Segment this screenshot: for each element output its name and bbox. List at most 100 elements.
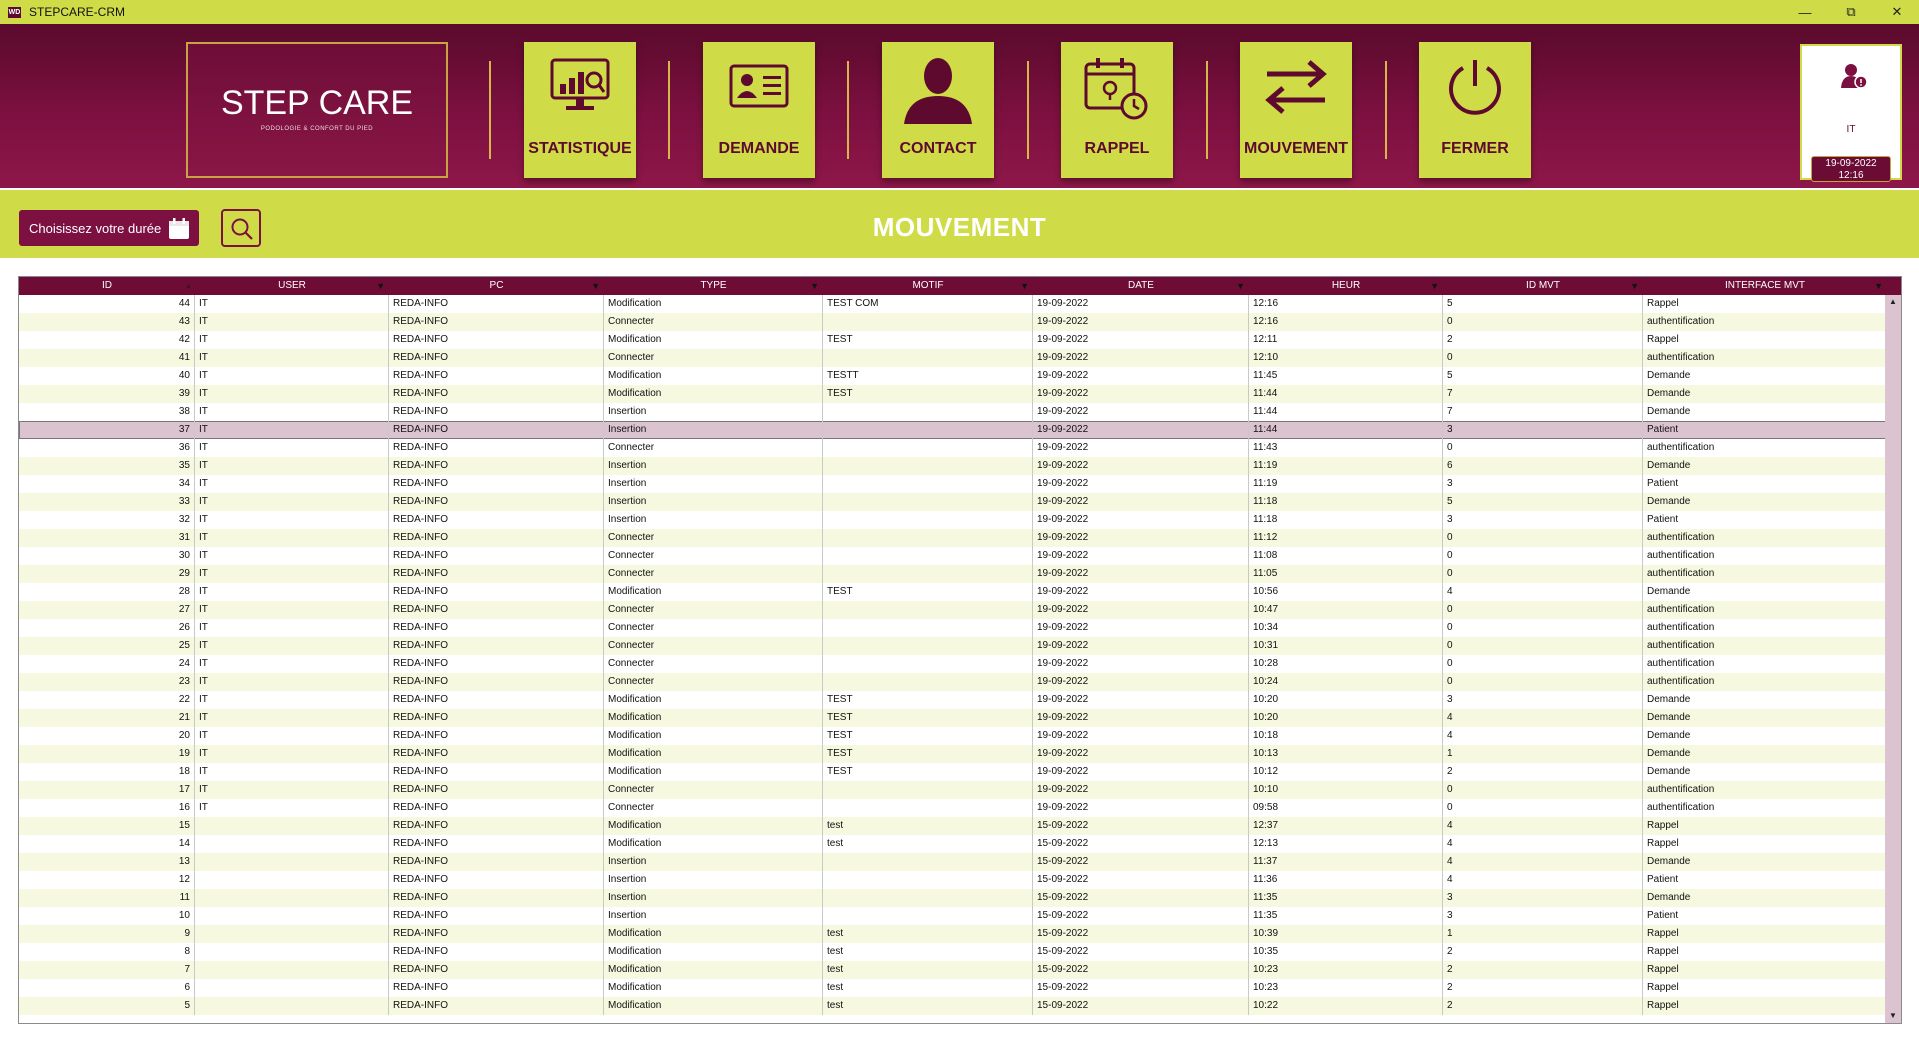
header-col-interface-mvt[interactable]: INTERFACE MVT ▼ — [1643, 277, 1887, 295]
column-filter-icon[interactable]: ▼ — [1630, 277, 1639, 295]
table-row[interactable]: 15 REDA-INFO Modification test 15-09-2022 12:… — [19, 817, 1887, 835]
table-row[interactable]: 27 IT REDA-INFO Connecter 19-09-2022 10:47 0 au… — [19, 601, 1887, 619]
table-row[interactable]: 37 IT REDA-INFO Insertion 19-09-2022 11:44 3 Pa… — [19, 421, 1887, 439]
cell-id-mvt: 3 — [1443, 475, 1643, 493]
header-col-id-mvt[interactable]: ID MVT ▼ — [1443, 277, 1643, 295]
nav-fermer-button[interactable]: FERMER — [1419, 42, 1531, 178]
table-row[interactable]: 20 IT REDA-INFO Modification TEST 19-09-2022 1… — [19, 727, 1887, 745]
movements-table[interactable]: ID ⌕ USER ▼ PC ▼ TYPE ▼ MOTIF ▼ DATE ▼ HEUR ▼ ID MVT ▼ I… — [18, 276, 1902, 1024]
table-row[interactable]: 32 IT REDA-INFO Insertion 19-09-2022 11:18 3 Pa… — [19, 511, 1887, 529]
table-row[interactable]: 6 REDA-INFO Modification test 15-09-2022 10:2… — [19, 979, 1887, 997]
table-row[interactable]: 43 IT REDA-INFO Connecter 19-09-2022 12:16 0 au… — [19, 313, 1887, 331]
cell-type: Connecter — [604, 439, 823, 457]
cell-date: 19-09-2022 — [1033, 583, 1249, 601]
header-col-motif[interactable]: MOTIF ▼ — [823, 277, 1033, 295]
nav-mouvement-button[interactable]: MOUVEMENT — [1240, 42, 1352, 178]
cell-id: 9 — [19, 925, 195, 943]
header-col-pc[interactable]: PC ▼ — [389, 277, 604, 295]
table-row[interactable]: 23 IT REDA-INFO Connecter 19-09-2022 10:24 0 au… — [19, 673, 1887, 691]
table-row[interactable]: 25 IT REDA-INFO Connecter 19-09-2022 10:31 0 au… — [19, 637, 1887, 655]
column-filter-icon[interactable]: ▼ — [810, 277, 819, 295]
cell-motif: test — [823, 817, 1033, 835]
header-col-user[interactable]: USER ▼ — [195, 277, 389, 295]
table-row[interactable]: 8 REDA-INFO Modification test 15-09-2022 10:3… — [19, 943, 1887, 961]
table-row[interactable]: 36 IT REDA-INFO Connecter 19-09-2022 11:43 0 au… — [19, 439, 1887, 457]
column-filter-icon[interactable]: ▼ — [376, 277, 385, 295]
cell-type: Connecter — [604, 619, 823, 637]
cell-date: 19-09-2022 — [1033, 619, 1249, 637]
table-row[interactable]: 18 IT REDA-INFO Modification TEST 19-09-2022 1… — [19, 763, 1887, 781]
column-search-icon[interactable]: ⌕ — [186, 277, 191, 295]
column-filter-icon[interactable]: ▼ — [1874, 277, 1883, 295]
table-row[interactable]: 33 IT REDA-INFO Insertion 19-09-2022 11:18 5 De… — [19, 493, 1887, 511]
table-row[interactable]: 14 REDA-INFO Modification test 15-09-2022 12:… — [19, 835, 1887, 853]
table-row[interactable]: 17 IT REDA-INFO Connecter 19-09-2022 10:10 0 au… — [19, 781, 1887, 799]
header-col-date[interactable]: DATE ▼ — [1033, 277, 1249, 295]
table-row[interactable]: 42 IT REDA-INFO Modification TEST 19-09-2022 1… — [19, 331, 1887, 349]
table-row[interactable]: 41 IT REDA-INFO Connecter 19-09-2022 12:10 0 au… — [19, 349, 1887, 367]
table-row[interactable]: 21 IT REDA-INFO Modification TEST 19-09-2022 1… — [19, 709, 1887, 727]
table-row[interactable]: 29 IT REDA-INFO Connecter 19-09-2022 11:05 0 au… — [19, 565, 1887, 583]
table-row[interactable]: 31 IT REDA-INFO Connecter 19-09-2022 11:12 0 au… — [19, 529, 1887, 547]
cell-user — [195, 979, 389, 997]
column-filter-icon[interactable]: ▼ — [1236, 277, 1245, 295]
header-col-type[interactable]: TYPE ▼ — [604, 277, 823, 295]
nav-demande-button[interactable]: DEMANDE — [703, 42, 815, 178]
cell-id-mvt: 3 — [1443, 889, 1643, 907]
nav-statistique-button[interactable]: STATISTIQUE — [524, 42, 636, 178]
cell-user: IT — [195, 331, 389, 349]
header-separator — [489, 61, 491, 159]
stepcare-logo: STEP CARE PODOLOGIE & CONFORT DU PIED — [186, 42, 448, 178]
cell-date: 19-09-2022 — [1033, 691, 1249, 709]
table-row[interactable]: 38 IT REDA-INFO Insertion 19-09-2022 11:44 7 De… — [19, 403, 1887, 421]
table-row[interactable]: 28 IT REDA-INFO Modification TEST 19-09-2022 1… — [19, 583, 1887, 601]
table-row[interactable]: 39 IT REDA-INFO Modification TEST 19-09-2022 1… — [19, 385, 1887, 403]
header-col-id[interactable]: ID ⌕ — [19, 277, 195, 295]
scroll-up-icon[interactable]: ▲ — [1885, 295, 1901, 309]
cell-id-mvt: 0 — [1443, 565, 1643, 583]
scroll-down-icon[interactable]: ▼ — [1885, 1009, 1901, 1023]
table-row[interactable]: 5 REDA-INFO Modification test 15-09-2022 10:2… — [19, 997, 1887, 1015]
cell-date: 15-09-2022 — [1033, 979, 1249, 997]
user-card[interactable]: IT 19-09-2022 12:16 — [1800, 44, 1902, 182]
table-row[interactable]: 30 IT REDA-INFO Connecter 19-09-2022 11:08 0 au… — [19, 547, 1887, 565]
cell-interface-mvt: authentification — [1643, 619, 1887, 637]
column-filter-icon[interactable]: ▼ — [1430, 277, 1439, 295]
cell-user: IT — [195, 295, 389, 313]
table-row[interactable]: 44 IT REDA-INFO Modification TEST COM 19-09-2… — [19, 295, 1887, 313]
vertical-scrollbar[interactable]: ▲ ▼ — [1885, 295, 1901, 1023]
table-row[interactable]: 7 REDA-INFO Modification test 15-09-2022 10:2… — [19, 961, 1887, 979]
table-row[interactable]: 40 IT REDA-INFO Modification TESTT 19-09-2022… — [19, 367, 1887, 385]
table-row[interactable]: 26 IT REDA-INFO Connecter 19-09-2022 10:34 0 au… — [19, 619, 1887, 637]
cell-id: 6 — [19, 979, 195, 997]
table-row[interactable]: 16 IT REDA-INFO Connecter 19-09-2022 09:58 0 au… — [19, 799, 1887, 817]
cell-user: IT — [195, 475, 389, 493]
column-filter-icon[interactable]: ▼ — [1020, 277, 1029, 295]
nav-rappel-button[interactable]: RAPPEL — [1061, 42, 1173, 178]
cell-heur: 09:58 — [1249, 799, 1443, 817]
header-col-heur[interactable]: HEUR ▼ — [1249, 277, 1443, 295]
table-row[interactable]: 22 IT REDA-INFO Modification TEST 19-09-2022 1… — [19, 691, 1887, 709]
table-row[interactable]: 9 REDA-INFO Modification test 15-09-2022 10:3… — [19, 925, 1887, 943]
table-row[interactable]: 13 REDA-INFO Insertion 15-09-2022 11:37 4 Dema… — [19, 853, 1887, 871]
cell-pc: REDA-INFO — [389, 295, 604, 313]
restore-icon[interactable]: ⧉ — [1828, 0, 1874, 24]
table-row[interactable]: 35 IT REDA-INFO Insertion 19-09-2022 11:19 6 De… — [19, 457, 1887, 475]
cell-interface-mvt: Rappel — [1643, 979, 1887, 997]
nav-contact-button[interactable]: CONTACT — [882, 42, 994, 178]
close-icon[interactable]: ✕ — [1874, 0, 1919, 24]
cell-interface-mvt: Demande — [1643, 853, 1887, 871]
cell-interface-mvt: Demande — [1643, 583, 1887, 601]
table-row[interactable]: 10 REDA-INFO Insertion 15-09-2022 11:35 3 Pati… — [19, 907, 1887, 925]
cell-motif: TEST — [823, 763, 1033, 781]
table-row[interactable]: 34 IT REDA-INFO Insertion 19-09-2022 11:19 3 Pa… — [19, 475, 1887, 493]
table-row[interactable]: 19 IT REDA-INFO Modification TEST 19-09-2022 1… — [19, 745, 1887, 763]
header-label: INTERFACE MVT — [1724, 280, 1805, 291]
minimize-icon[interactable]: — — [1782, 0, 1828, 24]
cell-interface-mvt: authentification — [1643, 565, 1887, 583]
table-row[interactable]: 24 IT REDA-INFO Connecter 19-09-2022 10:28 0 au… — [19, 655, 1887, 673]
table-row[interactable]: 12 REDA-INFO Insertion 15-09-2022 11:36 4 Pati… — [19, 871, 1887, 889]
table-row[interactable]: 11 REDA-INFO Insertion 15-09-2022 11:35 3 Dema… — [19, 889, 1887, 907]
cell-type: Connecter — [604, 637, 823, 655]
column-filter-icon[interactable]: ▼ — [591, 277, 600, 295]
